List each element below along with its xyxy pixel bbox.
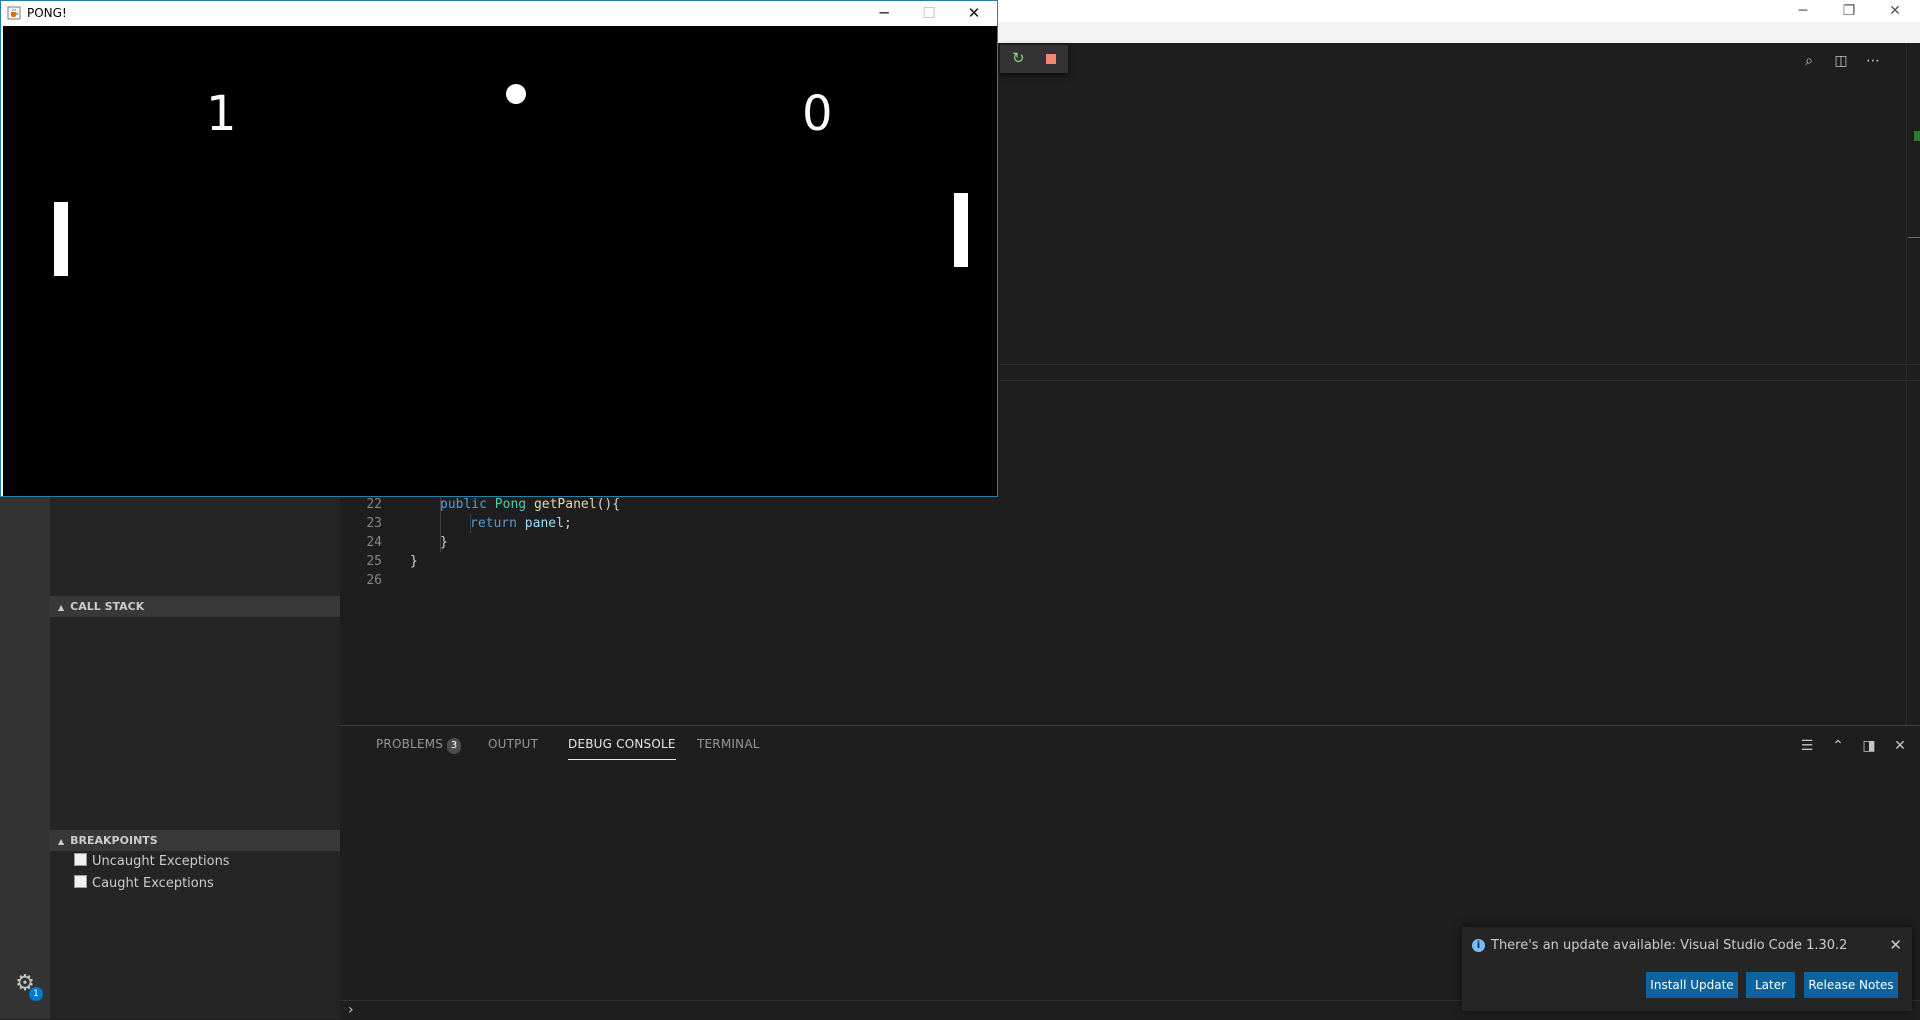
collapse-triangle-icon: ▲: [58, 837, 65, 846]
code-token: getPanel: [533, 497, 597, 512]
scroll-position-marker: [1908, 237, 1920, 238]
breakpoints-header[interactable]: ▲ BREAKPOINTS: [50, 830, 340, 851]
code-line[interactable]: 24}: [340, 533, 447, 552]
code-token: public: [440, 497, 487, 512]
code-token: }: [410, 554, 418, 569]
maximize-panel-icon[interactable]: ⌃: [1829, 737, 1847, 755]
debug-toolbar: ↻: [1000, 45, 1068, 73]
pong-game-canvas[interactable]: 1 0: [3, 26, 997, 496]
pong-window: PONG! ─ ☐ ✕ 1 0: [0, 0, 998, 497]
close-panel-icon[interactable]: ✕: [1891, 737, 1909, 755]
code-token: }: [440, 535, 448, 550]
install-update-button[interactable]: Install Update: [1646, 972, 1738, 998]
code-line[interactable]: 25}: [340, 552, 417, 571]
problems-count-badge: 3: [447, 738, 462, 754]
editor-ruler: [1000, 380, 1920, 381]
code-token: Pong: [494, 497, 527, 512]
panel-position-icon[interactable]: ◨: [1860, 737, 1878, 755]
vscode-minimize-button[interactable]: ─: [1780, 0, 1826, 22]
vscode-close-button[interactable]: ✕: [1872, 0, 1918, 22]
scrollbar[interactable]: [1906, 43, 1907, 725]
repl-prompt-icon: ›: [348, 1002, 354, 1018]
update-notification: i There's an update available: Visual St…: [1462, 927, 1912, 1011]
checkbox[interactable]: [74, 853, 87, 866]
restart-icon[interactable]: ↻: [1012, 49, 1025, 67]
more-actions-icon[interactable]: ⋯: [1864, 52, 1882, 70]
line-number: 23: [366, 516, 382, 531]
notification-message: There's an update available: Visual Stud…: [1491, 938, 1848, 953]
later-button[interactable]: Later: [1746, 972, 1795, 998]
info-icon: i: [1472, 939, 1485, 952]
split-editor-icon[interactable]: ◫: [1832, 52, 1850, 70]
code-text: return panel;: [470, 514, 572, 533]
settings-update-badge: 1: [29, 987, 43, 1001]
code-token: ;: [563, 516, 572, 531]
open-changes-icon[interactable]: ⌕: [1800, 52, 1818, 70]
right-paddle: [954, 193, 968, 267]
code-token: return: [470, 516, 517, 531]
pong-titlebar[interactable]: PONG! ─ ☐ ✕: [1, 1, 997, 26]
editor-toolbar: ⌕ ◫ ⋯: [1800, 43, 1920, 77]
vscode-restore-button[interactable]: ❐: [1826, 0, 1872, 22]
code-line[interactable]: 23 return panel;: [340, 514, 571, 533]
breakpoint-uncaught-exceptions[interactable]: Uncaught Exceptions: [74, 852, 230, 872]
right-player-score: 0: [802, 86, 833, 142]
checkbox[interactable]: [74, 875, 87, 888]
editor-ruler: [1000, 364, 1920, 365]
clear-console-icon[interactable]: ☰: [1798, 737, 1816, 755]
indent-guide: [440, 495, 441, 552]
code-text: public Pong getPanel(){: [440, 495, 620, 514]
code-text: }: [410, 552, 418, 571]
code-token: (){: [596, 497, 621, 512]
pong-window-title: PONG!: [27, 6, 67, 20]
left-paddle: [54, 202, 68, 276]
stop-icon[interactable]: [1046, 54, 1056, 64]
line-number: 25: [366, 554, 382, 569]
indent-guide: [470, 514, 471, 533]
tab-debug-console[interactable]: DEBUG CONSOLE: [568, 737, 676, 760]
tab-output[interactable]: OUTPUT: [488, 737, 538, 759]
pong-ball: [506, 84, 526, 104]
pong-minimize-button[interactable]: ─: [861, 1, 907, 26]
line-number: 22: [366, 497, 382, 512]
code-text: }: [440, 533, 448, 552]
release-notes-button[interactable]: Release Notes: [1804, 972, 1898, 998]
code-line[interactable]: 26: [340, 571, 382, 590]
left-player-score: 1: [206, 86, 237, 142]
pong-maximize-button[interactable]: ☐: [906, 1, 952, 26]
collapse-triangle-icon: ▲: [58, 603, 65, 612]
java-cup-icon: [7, 6, 21, 20]
pong-close-button[interactable]: ✕: [951, 1, 997, 26]
breakpoint-caught-exceptions[interactable]: Caught Exceptions: [74, 874, 214, 894]
code-token: panel: [524, 516, 564, 531]
change-marker: [1914, 131, 1920, 141]
tab-terminal[interactable]: TERMINAL: [697, 737, 760, 759]
call-stack-header[interactable]: ▲ CALL STACK: [50, 596, 340, 617]
code-line[interactable]: 22 public Pong getPanel(){: [340, 495, 620, 514]
close-notification-icon[interactable]: ✕: [1889, 935, 1902, 955]
line-number: 24: [366, 535, 382, 550]
tab-problems[interactable]: PROBLEMS 3: [376, 737, 462, 759]
line-number: 26: [366, 573, 382, 588]
